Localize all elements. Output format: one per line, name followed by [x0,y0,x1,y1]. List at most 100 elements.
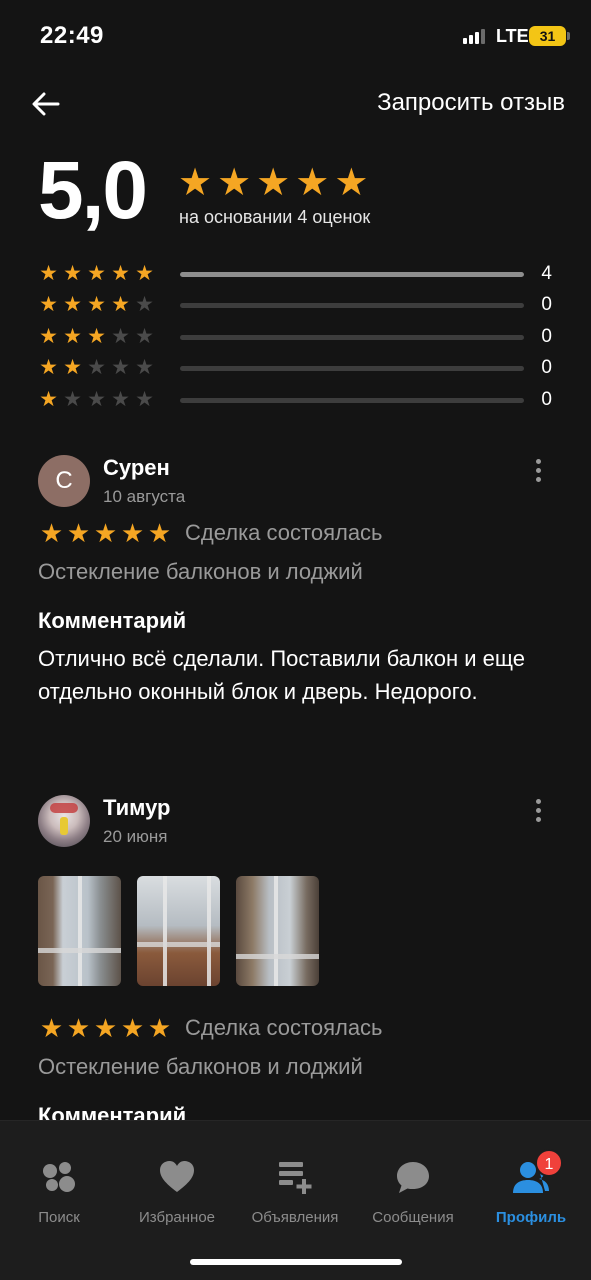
more-dot-icon [535,467,541,473]
star-icon: ★ [135,325,154,348]
star-icon: ★ [217,162,252,204]
review-rating: ★ ★ ★ ★ ★ Сделка состоялась [38,519,383,547]
star-icon: ★ [66,1013,91,1043]
nav-item-messages[interactable]: Сообщения [354,1157,472,1226]
star-icon: ★ [120,518,145,548]
status-time: 22:49 [40,22,104,49]
avatar[interactable]: С [38,455,90,507]
search-dots-icon [43,1162,75,1192]
window-sill [38,948,121,953]
deal-status: Сделка состоялась [185,1015,383,1040]
review-photo[interactable] [38,876,121,986]
star-icon: ★ [63,293,82,316]
nav-item-listings[interactable]: Объявления [236,1157,354,1226]
window-frame [207,876,211,986]
review-rating: ★ ★ ★ ★ ★ Сделка состоялась [38,1014,383,1042]
avatar-photo-figure [60,817,68,835]
nav-label: Сообщения [372,1209,454,1226]
comment-heading: Комментарий [38,608,187,633]
star-icon: ★ [39,1013,64,1043]
distribution-row-5: ★ ★ ★ ★ ★ 4 [38,260,558,288]
review-date: 20 июня [103,827,168,846]
star-icon: ★ [39,262,58,285]
nav-item-profile[interactable]: 1 Профиль [472,1149,590,1226]
battery-icon: 31 [529,26,570,46]
star-icon: ★ [39,356,58,379]
nav-label: Избранное [138,1209,216,1226]
star-icon: ★ [135,356,154,379]
star-icon: ★ [111,262,130,285]
average-stars: ★ ★ ★ ★ ★ [178,164,368,202]
arrow-left-icon [32,92,60,116]
heart-icon [160,1161,194,1192]
back-button[interactable] [26,84,66,124]
distribution-row-1: ★ ★ ★ ★ ★ 0 [38,386,558,414]
nav-label: Поиск [38,1209,80,1226]
request-review-button[interactable]: Запросить отзыв [377,89,565,117]
review-author[interactable]: Тимур [103,795,171,821]
distribution-count: 4 [541,263,552,284]
star-icon: ★ [93,1013,118,1043]
star-icon: ★ [135,262,154,285]
star-icon: ★ [334,162,369,204]
star-icon: ★ [111,356,130,379]
distribution-bar [180,365,524,371]
row-stars: ★ ★ ★ ★ ★ [38,294,180,316]
distribution-bar [180,397,524,403]
distribution-count: 0 [541,389,552,410]
distribution-row-4: ★ ★ ★ ★ ★ 0 [38,291,558,319]
star-icon: ★ [87,262,106,285]
star-icon: ★ [63,325,82,348]
nav-item-favorites[interactable]: Избранное [118,1157,236,1226]
review-category: Остекление балконов и лоджий [38,1054,363,1079]
distribution-bar [180,271,524,277]
review-card: С Сурен 10 августа ★ ★ ★ ★ ★ Сделка сост… [38,455,558,755]
star-icon: ★ [256,162,291,204]
star-icon: ★ [93,518,118,548]
window-sill [236,954,319,959]
deal-status: Сделка состоялась [185,520,383,545]
avatar-photo-detail [50,803,78,813]
signal-icon [463,28,485,44]
more-options-button[interactable] [526,455,550,485]
more-options-button[interactable] [526,795,550,825]
star-icon: ★ [39,518,64,548]
comment-text: Отлично всё сделали. Поставили балкон и … [38,646,525,704]
listings-add-icon [279,1162,312,1194]
row-stars: ★ ★ ★ ★ ★ [38,263,180,285]
star-icon: ★ [63,388,82,411]
star-icon: ★ [39,293,58,316]
star-icon: ★ [87,388,106,411]
avatar[interactable] [38,795,90,847]
star-icon: ★ [135,293,154,316]
nav-label: Объявления [251,1209,339,1226]
bottom-navigation: Поиск Избранное Объявления Сообщения 1 П… [0,1120,591,1280]
nav-item-search[interactable]: Поиск [0,1157,118,1226]
window-frame [274,876,278,986]
star-icon: ★ [39,388,58,411]
row-stars: ★ ★ ★ ★ ★ [38,389,180,411]
star-icon: ★ [63,262,82,285]
home-indicator[interactable] [190,1259,402,1265]
distribution-bar [180,334,524,340]
network-type: LTE [496,26,529,46]
review-author[interactable]: Сурен [103,455,170,481]
more-dot-icon [535,476,541,482]
star-icon: ★ [111,293,130,316]
more-dot-icon [535,798,541,804]
star-icon: ★ [66,518,91,548]
review-date: 10 августа [103,487,186,506]
review-photos [38,876,319,986]
more-dot-icon [535,807,541,813]
star-icon: ★ [63,356,82,379]
window-frame [78,876,82,986]
review-photo[interactable] [236,876,319,986]
profile-icon-wrap: 1 [511,1149,563,1197]
star-icon: ★ [135,388,154,411]
star-icon: ★ [111,325,130,348]
window-frame [163,876,167,986]
review-photo[interactable] [137,876,220,986]
more-dot-icon [535,458,541,464]
distribution-count: 0 [541,294,552,315]
row-stars: ★ ★ ★ ★ ★ [38,357,180,379]
